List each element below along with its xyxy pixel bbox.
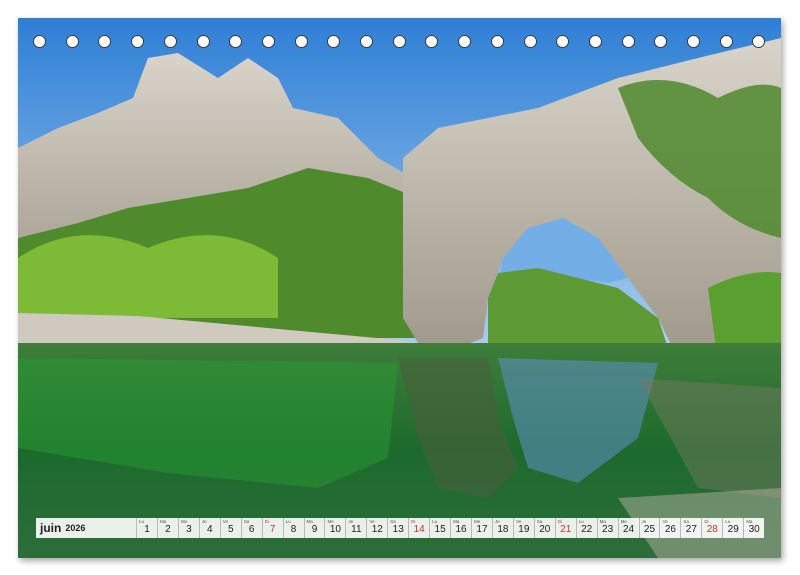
binding-hole xyxy=(752,35,766,48)
day-cell: Je 25 xyxy=(640,518,661,538)
day-cell: Lu 15 xyxy=(430,518,452,538)
day-number: 18 xyxy=(497,524,509,535)
binding-hole xyxy=(327,35,341,48)
day-cell: Di 14 xyxy=(409,518,431,538)
day-number: 8 xyxy=(290,524,297,535)
day-cell: Ma 30 xyxy=(744,518,764,538)
day-cell: Ve 26 xyxy=(660,518,682,538)
day-cell: Je 18 xyxy=(493,518,514,538)
month-name: juin xyxy=(40,521,62,535)
day-cell: Me 3 xyxy=(179,518,200,538)
binding-hole xyxy=(33,35,46,48)
binding-hole xyxy=(163,35,177,48)
day-cell: Ma 16 xyxy=(451,518,472,538)
binding-hole xyxy=(458,35,472,48)
binding-hole xyxy=(556,35,570,48)
binding-hole xyxy=(98,35,112,48)
month-year: 2026 xyxy=(65,523,86,533)
day-cell: Ve 12 xyxy=(367,518,389,538)
day-number: 4 xyxy=(207,524,213,535)
day-cell: Ma 23 xyxy=(598,518,619,538)
day-cell: Lu 29 xyxy=(723,518,745,538)
day-cell: Je 11 xyxy=(346,518,368,538)
binding-hole xyxy=(687,35,700,48)
day-number: 1 xyxy=(144,524,150,535)
day-cell: Je 4 xyxy=(200,518,221,538)
day-cell: Ma 9 xyxy=(305,518,326,538)
day-number: 14 xyxy=(413,524,425,535)
binding-hole xyxy=(490,35,504,48)
day-cells: Lu 1 Ma 2 Me 3 Je 4 Ve 5 Sa 6 Di 7 Lu 8 Ma 9 Me 10 Je 11 Ve 12 S… xyxy=(137,518,764,538)
day-number: 29 xyxy=(727,524,739,535)
day-number: 21 xyxy=(560,524,572,535)
binding-hole xyxy=(719,35,733,48)
day-number: 10 xyxy=(329,524,341,535)
day-number: 11 xyxy=(351,524,362,535)
day-number: 13 xyxy=(392,524,404,535)
binding-hole xyxy=(196,35,210,48)
day-number: 28 xyxy=(706,524,718,535)
month-label: juin 2026 xyxy=(36,518,137,538)
binding-hole xyxy=(425,35,439,48)
day-number: 22 xyxy=(581,524,593,535)
day-number: 15 xyxy=(434,524,446,535)
day-cell: Ma 2 xyxy=(158,518,179,538)
day-cell: Me 17 xyxy=(472,518,493,538)
binding-hole xyxy=(523,35,537,48)
day-number: 9 xyxy=(311,524,318,535)
calendar-strip: juin 2026 Lu 1 Ma 2 Me 3 Je 4 Ve 5 Sa 6 Di 7 Lu 8 Ma 9 Me 1… xyxy=(36,518,764,538)
day-number: 3 xyxy=(186,524,192,535)
day-cell: Me 10 xyxy=(325,518,347,538)
day-cell: Lu 8 xyxy=(284,518,305,538)
day-cell: Sa 20 xyxy=(535,518,556,538)
day-number: 5 xyxy=(227,524,234,535)
binding-hole xyxy=(588,35,602,48)
day-number: 16 xyxy=(455,524,467,535)
day-cell: Sa 13 xyxy=(388,518,410,538)
day-number: 25 xyxy=(643,524,656,535)
day-cell: Me 24 xyxy=(619,518,640,538)
binding-hole xyxy=(261,35,275,48)
day-number: 26 xyxy=(664,524,676,535)
binding-hole xyxy=(131,35,145,48)
day-cell: Di 28 xyxy=(702,518,724,538)
day-number: 7 xyxy=(269,524,276,535)
day-cell: Ve 19 xyxy=(514,518,535,538)
day-number: 17 xyxy=(476,524,488,535)
day-cell: Lu 1 xyxy=(137,518,158,538)
day-number: 27 xyxy=(685,524,697,535)
binding-hole xyxy=(294,35,308,48)
day-number: 6 xyxy=(248,524,255,535)
day-number: 12 xyxy=(371,524,383,535)
landscape-photo xyxy=(18,18,781,558)
day-number: 23 xyxy=(602,524,614,535)
day-cell: Sa 6 xyxy=(242,518,263,538)
binding-hole xyxy=(392,35,406,48)
day-number: 20 xyxy=(539,524,551,535)
calendar-page: juin 2026 Lu 1 Ma 2 Me 3 Je 4 Ve 5 Sa 6 Di 7 Lu 8 Ma 9 Me 1… xyxy=(18,18,781,558)
day-cell: Di 21 xyxy=(556,518,577,538)
binding-hole xyxy=(65,35,79,48)
day-number: 24 xyxy=(622,524,635,535)
day-number: 19 xyxy=(518,524,530,535)
day-cell: Ve 5 xyxy=(221,518,242,538)
binding-holes xyxy=(18,18,781,58)
day-cell: Sa 27 xyxy=(681,518,703,538)
binding-hole xyxy=(621,35,635,48)
day-cell: Lu 22 xyxy=(577,518,598,538)
day-number: 30 xyxy=(748,524,760,535)
binding-hole xyxy=(229,35,243,48)
binding-hole xyxy=(360,35,373,48)
day-number: 2 xyxy=(165,524,171,535)
day-cell: Di 7 xyxy=(263,518,284,538)
binding-hole xyxy=(654,35,668,48)
